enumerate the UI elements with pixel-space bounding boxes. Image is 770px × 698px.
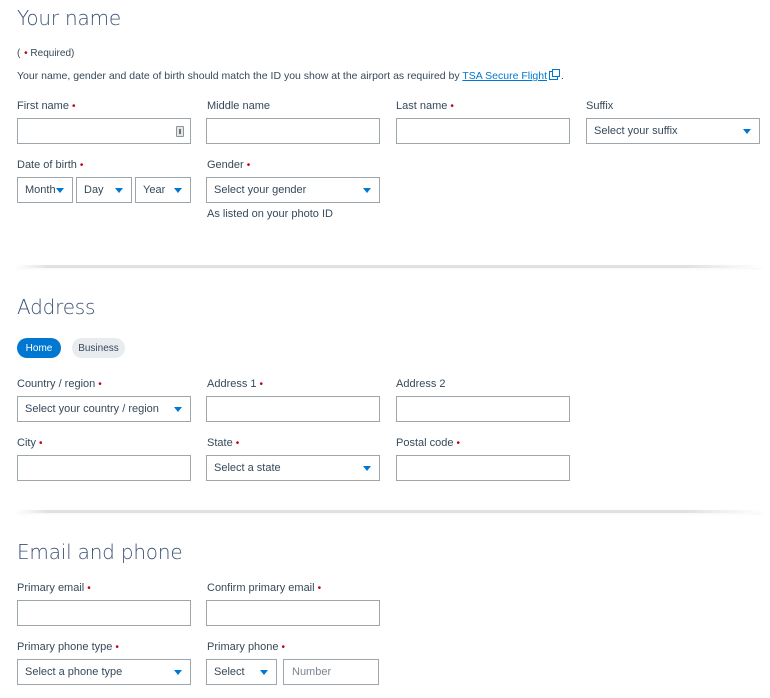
section-divider <box>17 510 762 513</box>
state-label: State • <box>207 437 240 449</box>
dob-label: Date of birth • <box>17 159 84 171</box>
id-match-note: Your name, gender and date of birth shou… <box>17 69 564 82</box>
address1-label: Address 1 • <box>207 378 264 390</box>
section-title-your-name: Your name <box>17 6 121 30</box>
address1-field[interactable] <box>206 396 380 422</box>
state-select[interactable]: Select a state <box>206 455 380 481</box>
section-title-address: Address <box>17 295 96 319</box>
dob-month-select[interactable]: Month <box>17 177 73 203</box>
primary-email-field[interactable] <box>17 600 191 626</box>
gender-select[interactable]: Select your gender <box>206 177 380 203</box>
country-select[interactable]: Select your country / region <box>17 396 191 422</box>
last-name-input[interactable] <box>397 119 569 143</box>
postal-code-input[interactable] <box>397 456 569 480</box>
address2-label: Address 2 <box>396 378 446 390</box>
chevron-down-icon <box>363 465 371 471</box>
address1-input[interactable] <box>207 397 379 421</box>
first-name-input[interactable] <box>18 119 190 143</box>
first-name-field[interactable] <box>17 118 191 144</box>
required-legend: ( • Required) <box>17 48 75 59</box>
middle-name-label: Middle name <box>207 100 270 112</box>
address2-input[interactable] <box>397 397 569 421</box>
external-link-icon <box>549 69 560 80</box>
section-divider <box>17 265 762 268</box>
middle-name-field[interactable] <box>206 118 380 144</box>
suffix-label: Suffix <box>586 100 614 112</box>
phone-country-code-select[interactable]: Select <box>206 659 277 685</box>
last-name-field[interactable] <box>396 118 570 144</box>
chevron-down-icon <box>743 128 751 134</box>
postal-code-label: Postal code • <box>396 437 460 449</box>
dob-day-select[interactable]: Day <box>76 177 132 203</box>
gender-hint: As listed on your photo ID <box>207 208 333 220</box>
suffix-select[interactable]: Select your suffix <box>586 118 760 144</box>
gender-label: Gender • <box>207 159 251 171</box>
required-bullet: • <box>24 48 28 59</box>
tsa-secure-flight-link[interactable]: TSA Secure Flight <box>462 69 560 82</box>
confirm-email-label: Confirm primary email • <box>207 582 322 594</box>
city-input[interactable] <box>18 456 190 480</box>
confirm-email-field[interactable] <box>206 600 380 626</box>
dob-year-select[interactable]: Year <box>135 177 191 203</box>
chevron-down-icon <box>56 187 64 193</box>
country-label: Country / region • <box>17 378 102 390</box>
primary-phone-label: Primary phone • <box>207 641 286 653</box>
tab-business[interactable]: Business <box>72 338 125 358</box>
primary-email-label: Primary email • <box>17 582 91 594</box>
address2-field[interactable] <box>396 396 570 422</box>
chevron-down-icon <box>174 187 182 193</box>
city-field[interactable] <box>17 455 191 481</box>
primary-email-input[interactable] <box>18 601 190 625</box>
confirm-email-input[interactable] <box>207 601 379 625</box>
postal-code-field[interactable] <box>396 455 570 481</box>
section-title-email-phone: Email and phone <box>17 540 183 564</box>
autofill-card-icon[interactable] <box>176 126 184 137</box>
phone-number-field[interactable] <box>283 659 379 685</box>
chevron-down-icon <box>363 187 371 193</box>
first-name-label: First name • <box>17 100 76 112</box>
middle-name-input[interactable] <box>207 119 379 143</box>
phone-type-select[interactable]: Select a phone type <box>17 659 191 685</box>
last-name-label: Last name • <box>396 100 454 112</box>
chevron-down-icon <box>174 406 182 412</box>
chevron-down-icon <box>115 187 123 193</box>
phone-type-label: Primary phone type • <box>17 641 119 653</box>
city-label: City • <box>17 437 43 449</box>
chevron-down-icon <box>260 669 268 675</box>
tab-home[interactable]: Home <box>17 338 61 358</box>
chevron-down-icon <box>174 669 182 675</box>
phone-number-input[interactable] <box>284 660 378 684</box>
